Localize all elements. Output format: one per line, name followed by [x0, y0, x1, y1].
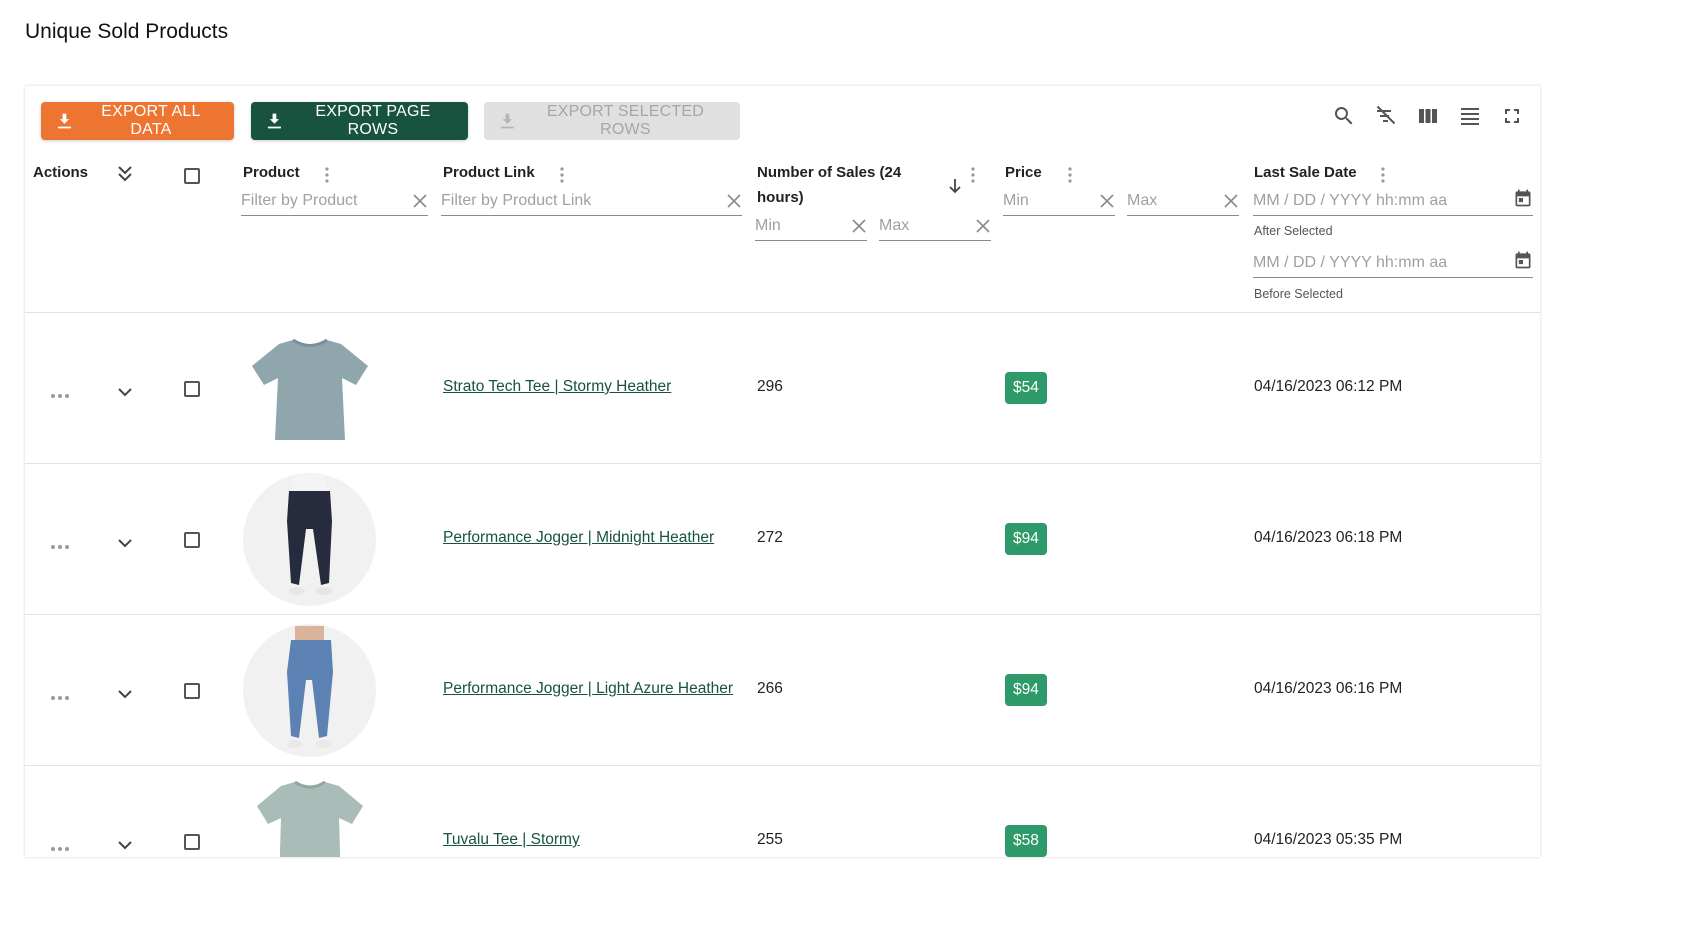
- expand-all-icon[interactable]: [117, 165, 133, 183]
- row-checkbox[interactable]: [184, 834, 200, 850]
- table-row: Tuvalu Tee | Stormy 255 $58 04/16/2023 0…: [25, 765, 1540, 857]
- sales-header-line2: hours): [757, 189, 804, 206]
- expand-row-icon[interactable]: [117, 686, 133, 699]
- filter-off-icon[interactable]: [1374, 104, 1398, 128]
- price-badge: $58: [1005, 825, 1047, 857]
- column-header-product: Product: [243, 164, 300, 181]
- sales-max-input[interactable]: Max: [879, 211, 991, 241]
- download-icon: [500, 113, 514, 129]
- row-actions-icon[interactable]: [50, 386, 70, 398]
- column-header-product-link: Product Link: [443, 164, 535, 181]
- row-checkbox[interactable]: [184, 532, 200, 548]
- last-sale-date: 04/16/2023 06:16 PM: [1254, 680, 1403, 697]
- price-min-input[interactable]: Min: [1003, 186, 1115, 216]
- price-max-input[interactable]: Max: [1127, 186, 1239, 216]
- after-date-input[interactable]: MM / DD / YYYY hh:mm aa: [1253, 186, 1533, 216]
- download-icon: [267, 113, 281, 129]
- product-image: [243, 323, 376, 456]
- product-link[interactable]: Strato Tech Tee | Stormy Heather: [443, 378, 671, 396]
- product-link[interactable]: Tuvalu Tee | Stormy: [443, 831, 580, 849]
- table-row: Performance Jogger | Midnight Heather 27…: [25, 463, 1540, 614]
- column-header-sales: Number of Sales (24 hours): [757, 160, 901, 210]
- row-checkbox[interactable]: [184, 683, 200, 699]
- sort-descending-icon[interactable]: [948, 178, 962, 194]
- clear-icon[interactable]: [412, 193, 428, 209]
- expand-row-icon[interactable]: [117, 837, 133, 850]
- column-menu-icon[interactable]: [1381, 167, 1385, 183]
- download-icon: [57, 113, 71, 129]
- sales-min-placeholder: Min: [755, 216, 781, 234]
- column-menu-icon[interactable]: [971, 167, 975, 183]
- before-date-helper: Before Selected: [1254, 287, 1343, 301]
- product-link[interactable]: Performance Jogger | Light Azure Heather: [443, 680, 733, 698]
- product-image: [243, 776, 376, 857]
- column-header-actions: Actions: [33, 164, 89, 181]
- calendar-icon[interactable]: [1513, 250, 1533, 275]
- fullscreen-icon[interactable]: [1500, 104, 1524, 128]
- columns-icon[interactable]: [1416, 104, 1440, 128]
- clear-icon[interactable]: [726, 193, 742, 209]
- row-actions-icon[interactable]: [50, 839, 70, 851]
- price-badge: $94: [1005, 674, 1047, 706]
- select-all-checkbox[interactable]: [184, 168, 200, 184]
- product-filter-input[interactable]: Filter by Product: [241, 186, 428, 216]
- product-image: [243, 624, 376, 757]
- row-actions-icon[interactable]: [50, 688, 70, 700]
- clear-icon[interactable]: [1223, 193, 1239, 209]
- sales-count: 272: [757, 529, 783, 546]
- after-date-helper: After Selected: [1254, 224, 1333, 238]
- export-all-label: EXPORT ALL DATA: [101, 103, 201, 138]
- clear-icon[interactable]: [851, 218, 867, 234]
- product-filter-placeholder: Filter by Product: [241, 191, 358, 209]
- after-date-placeholder: MM / DD / YYYY hh:mm aa: [1253, 191, 1448, 209]
- row-checkbox[interactable]: [184, 381, 200, 397]
- product-link[interactable]: Performance Jogger | Midnight Heather: [443, 529, 714, 547]
- price-badge: $94: [1005, 523, 1047, 555]
- sales-count: 266: [757, 680, 783, 697]
- before-date-placeholder: MM / DD / YYYY hh:mm aa: [1253, 253, 1448, 271]
- data-table: EXPORT ALL DATA EXPORT PAGE ROWS EXPORT …: [25, 86, 1540, 857]
- export-all-button[interactable]: EXPORT ALL DATA: [41, 102, 234, 140]
- row-actions-icon[interactable]: [50, 537, 70, 549]
- price-badge: $54: [1005, 372, 1047, 404]
- clear-icon[interactable]: [975, 218, 991, 234]
- sales-max-placeholder: Max: [879, 216, 910, 234]
- sales-min-input[interactable]: Min: [755, 211, 867, 241]
- last-sale-date: 04/16/2023 05:35 PM: [1254, 831, 1403, 848]
- product-image: [243, 473, 376, 606]
- column-menu-icon[interactable]: [1068, 167, 1072, 183]
- table-row: Strato Tech Tee | Stormy Heather 296 $54…: [25, 312, 1540, 463]
- expand-row-icon[interactable]: [117, 535, 133, 548]
- expand-row-icon[interactable]: [117, 384, 133, 397]
- product-link-filter-input[interactable]: Filter by Product Link: [441, 186, 742, 216]
- column-header-price: Price: [1005, 164, 1042, 181]
- column-menu-icon[interactable]: [560, 167, 564, 183]
- before-date-input[interactable]: MM / DD / YYYY hh:mm aa: [1253, 248, 1533, 278]
- calendar-icon[interactable]: [1513, 188, 1533, 213]
- price-max-placeholder: Max: [1127, 191, 1158, 209]
- density-icon[interactable]: [1458, 104, 1482, 128]
- price-min-placeholder: Min: [1003, 191, 1029, 209]
- search-icon[interactable]: [1332, 104, 1356, 128]
- clear-icon[interactable]: [1099, 193, 1115, 209]
- sales-header-line1: Number of Sales (24: [757, 164, 902, 181]
- column-header-last-sale-date: Last Sale Date: [1254, 164, 1357, 181]
- product-link-filter-placeholder: Filter by Product Link: [441, 191, 592, 209]
- page-title: Unique Sold Products: [25, 20, 229, 43]
- last-sale-date: 04/16/2023 06:12 PM: [1254, 378, 1403, 395]
- export-page-button[interactable]: EXPORT PAGE ROWS: [251, 102, 468, 140]
- export-selected-button[interactable]: EXPORT SELECTED ROWS: [484, 102, 740, 140]
- table-row: Performance Jogger | Light Azure Heather…: [25, 614, 1540, 765]
- sales-count: 296: [757, 378, 783, 395]
- last-sale-date: 04/16/2023 06:18 PM: [1254, 529, 1403, 546]
- export-page-label: EXPORT PAGE ROWS: [315, 103, 431, 138]
- sales-count: 255: [757, 831, 783, 848]
- export-selected-label: EXPORT SELECTED ROWS: [546, 103, 704, 138]
- column-menu-icon[interactable]: [325, 167, 329, 183]
